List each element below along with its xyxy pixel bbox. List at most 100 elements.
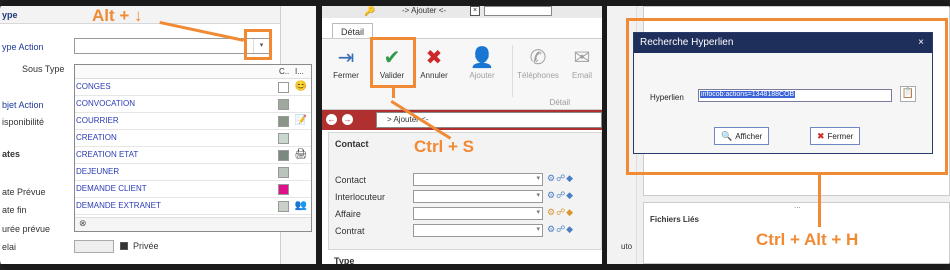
top-field[interactable] [484,6,552,16]
dropdown-option[interactable]: CONVOCATION [75,96,311,113]
privee-label: Privée [133,241,159,251]
color-swatch [278,150,289,161]
splitter-dots[interactable]: ... [794,201,801,210]
phone-icon: ✆ [529,47,547,69]
annotation-box-valider [370,37,416,88]
cancel-x-icon: ✖ [425,47,443,69]
side-text: uto [621,242,633,251]
contrat-field[interactable]: ▾ [413,224,543,237]
duree-prevue-label: urée prévue [2,224,51,234]
dropdown-option-label: CONVOCATION [76,99,135,108]
dropdown-option[interactable]: CREATION [75,130,311,147]
contrat-label: Contrat [335,226,365,236]
chevron-down-icon[interactable]: ▾ [536,208,540,216]
add-contact-icon: 👤 [469,47,495,69]
color-swatch [278,133,289,144]
annotation-connector [818,175,821,227]
screenshot-frame: ype ype Action ▾ Sous Type bjet Action i… [0,0,950,270]
color-swatch [278,99,289,110]
annotation-box-combo-arrow [244,29,272,60]
telephones-button[interactable]: ✆ Téléphones [514,45,562,95]
dropdown-option[interactable]: DEMANDE CLIENT [75,181,311,198]
ribbon-group-label: Détail [549,98,570,107]
interlocuteur-label: Interlocuteur [335,192,386,202]
clear-selection-icon[interactable]: ⊗ [75,217,311,231]
type-section-title: Type [334,256,355,264]
exit-icon: ⇥ [337,47,355,69]
affaire-row: Affaire ▾ ⚙☍◆ [335,207,602,221]
interlocuteur-field[interactable]: ▾ [413,190,543,203]
option-type-icon: 🖨 [294,149,308,160]
option-type-icon [294,131,308,145]
color-swatch [278,116,289,127]
annotation-ctrl-s: Ctrl + S [414,137,474,156]
email-button-label: Email [571,71,592,80]
option-type-icon [294,97,308,111]
ajouter-button-label: Ajouter [469,71,495,80]
chevron-down-icon[interactable]: ▾ [536,191,540,199]
dropdown-option[interactable]: CONGES 😊 [75,79,311,96]
sous-type-label: Sous Type [22,64,65,74]
window-tab-label[interactable]: -> Ajouter <- [402,6,446,15]
contact-lookup-icons[interactable]: ⚙☍◆ [547,173,574,184]
annotation-alt-down: Alt + ↓ [92,6,143,25]
annuler-button[interactable]: ✖ Annuler [414,45,454,95]
dropdown-option[interactable]: COURRIER 📝 [75,113,311,130]
annotation-box-dialog [626,18,948,175]
key-icon: 🔑 [364,6,376,16]
ajouter-button[interactable]: 👤 Ajouter [462,45,502,95]
dropdown-option[interactable]: CREATION ETAT 🖨 [75,147,311,164]
record-nav-bar: ← → > Ajouter <- [322,110,602,130]
affaire-field[interactable]: ▾ [413,207,543,220]
type-action-label: ype Action [2,42,44,52]
contact-field[interactable]: ▾ [413,173,543,186]
color-swatch [278,184,289,195]
close-icon[interactable]: × [470,6,480,16]
contrat-lookup-icons[interactable]: ⚙☍◆ [547,224,574,235]
dropdown-header: C.. I... [75,65,311,79]
back-arrow-icon[interactable]: ← [326,114,337,125]
dropdown-option[interactable]: DEMANDE EXTRANET 👥 [75,198,311,215]
type-action-dropdown-list[interactable]: C.. I... CONGES 😊 CONVOCATION COURRIER 📝 CREA… [74,64,312,232]
color-swatch [278,82,289,93]
telephones-button-label: Téléphones [517,71,559,80]
forward-arrow-icon[interactable]: → [342,114,353,125]
tab-detail[interactable]: Détail [332,23,374,39]
option-type-icon: 📝 [294,115,308,126]
ribbon-separator [512,45,513,97]
fichiers-lies-title: Fichiers Liés [650,215,699,224]
fermer-button-label: Fermer [333,71,359,80]
dropdown-option-label: DEMANDE CLIENT [76,184,147,193]
objet-action-label: bjet Action [2,100,44,110]
email-button[interactable]: ✉ Email [566,45,598,95]
interlocuteur-lookup-icons[interactable]: ⚙☍◆ [547,190,574,201]
color-swatch [278,201,289,212]
delai-label: elai [2,242,17,252]
delai-input[interactable] [74,240,114,253]
ribbon-toolbar: ⇥ Fermer ✔ Valider ✖ Annuler 👤 Ajouter ✆… [322,38,602,110]
fermer-button[interactable]: ⇥ Fermer [326,45,366,95]
column-icon-header: I... [295,67,304,76]
dates-section-header: ates [2,149,21,159]
dropdown-option-label: DEJEUNER [76,167,120,176]
option-type-icon [294,165,308,179]
column-color-header: C.. [279,67,290,76]
option-type-icon: 😊 [294,81,308,92]
affaire-lookup-icons[interactable]: ⚙☍◆ [547,207,574,218]
privee-checkbox[interactable] [120,242,128,250]
dropdown-option-label: CREATION ETAT [76,150,139,159]
dropdown-option[interactable]: DEJEUNER [75,164,311,181]
color-swatch [278,167,289,178]
contrat-row: Contrat ▾ ⚙☍◆ [335,224,602,238]
contact-label: Contact [335,175,367,185]
window-tab-strip: 🔑 -> Ajouter <- × [322,6,602,18]
disponibilite-label: isponibilité [2,117,45,127]
envelope-icon: ✉ [573,47,591,69]
annotation-ctrl-alt-h: Ctrl + Alt + H [756,230,859,249]
dropdown-option-label: DEMANDE EXTRANET [76,201,161,210]
option-type-icon [294,182,308,196]
dropdown-option-label: CONGES [76,82,111,91]
date-fin-label: ate fin [2,205,27,215]
chevron-down-icon[interactable]: ▾ [536,225,540,233]
chevron-down-icon[interactable]: ▾ [536,174,540,182]
